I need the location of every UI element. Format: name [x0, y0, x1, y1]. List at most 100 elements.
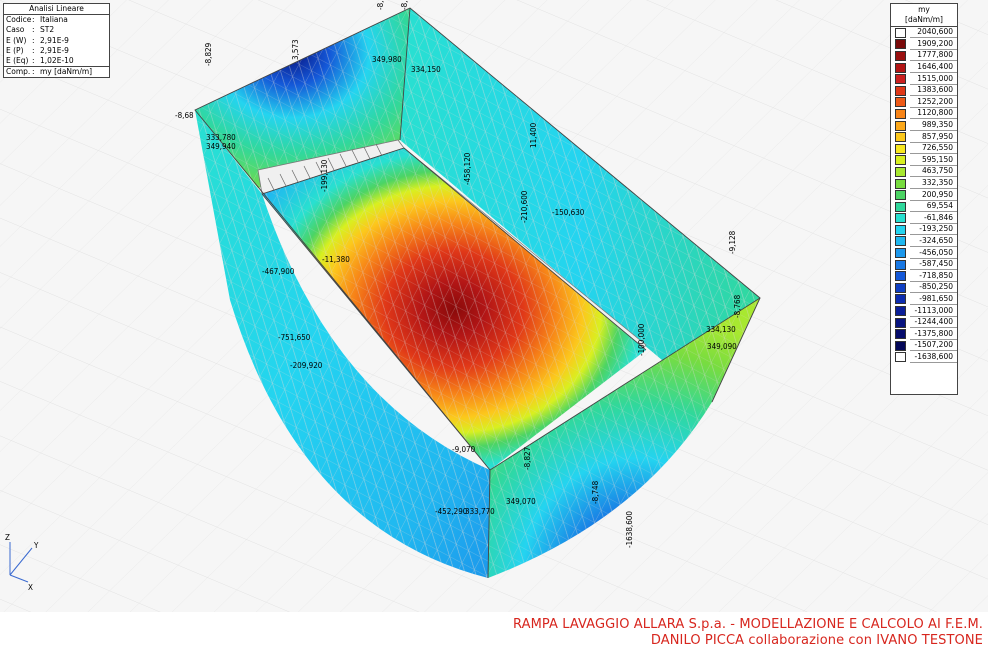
legend-swatch — [895, 201, 906, 212]
legend-row: 989,350 — [891, 120, 957, 132]
color-scale-legend: my [daNm/m] 2040,600 1909,200 1777,800 1646… — [890, 3, 958, 395]
legend-swatch — [895, 120, 906, 131]
legend-row: 332,350 — [891, 178, 957, 190]
legend-swatch — [895, 166, 906, 177]
fem-viewport[interactable]: -8,756 -8,756 -8,829 3,573 349,980 334,150 -8,… — [0, 0, 988, 612]
legend-row: 69,554 — [891, 201, 957, 213]
legend-swatch — [895, 85, 906, 96]
footer-authors: DANILO PICCA collaborazione con IVANO TE… — [650, 633, 983, 648]
legend-swatch — [895, 97, 906, 108]
value-annotation: -9,070 — [452, 445, 476, 454]
legend-value: 1909,200 — [910, 39, 957, 50]
value-annotation: 334,130 — [706, 325, 736, 334]
value-annotation: -8,827 — [523, 447, 532, 470]
legend-row: -587,450 — [891, 259, 957, 271]
footer-title: RAMPA LAVAGGIO ALLARA S.p.a. - MODELLAZI… — [512, 617, 983, 632]
info-row-component: Comp.: my [daNm/m] — [4, 66, 109, 77]
legend-value: -324,650 — [910, 236, 957, 247]
legend-swatch — [895, 294, 906, 305]
legend-swatch — [895, 259, 906, 270]
analysis-title: Analisi Lineare — [4, 4, 109, 16]
axis-y-label: Y — [33, 541, 39, 550]
info-row-ep: E (P):2,91E-9 — [6, 45, 69, 55]
value-annotation: -8,756 — [400, 0, 409, 10]
axis-x-label: X — [28, 583, 33, 592]
value-annotation: 349,090 — [707, 342, 737, 351]
legend-value: -587,450 — [910, 259, 957, 271]
legend-swatch — [895, 329, 906, 340]
legend-row: -1113,000 — [891, 305, 957, 317]
legend-value: -61,846 — [910, 213, 957, 224]
value-annotation: -11,380 — [322, 255, 350, 264]
legend-swatch — [895, 340, 906, 351]
legend-header: my [daNm/m] — [891, 4, 957, 27]
legend-unit: [daNm/m] — [905, 15, 943, 24]
info-row-eeq: E (Eq):1,02E-10 — [6, 56, 74, 66]
value-annotation: -8,768 — [733, 294, 742, 318]
legend-value: -1638,600 — [910, 352, 957, 363]
legend-value: 2040,600 — [910, 27, 957, 39]
value-annotation: -8,68 — [175, 111, 194, 120]
legend-value: -718,850 — [910, 271, 957, 282]
value-annotation: 11,400 — [529, 122, 538, 148]
legend-row: -324,650 — [891, 236, 957, 248]
value-annotation: 334,150 — [411, 65, 441, 74]
legend-row: 1515,000 — [891, 73, 957, 85]
legend-value: 1646,400 — [910, 62, 957, 74]
legend-value: 1515,000 — [910, 74, 957, 85]
legend-swatch — [895, 271, 906, 282]
legend-swatch — [895, 213, 906, 224]
value-annotation: -458,120 — [463, 152, 472, 185]
legend-swatch — [895, 282, 906, 293]
legend-row: 463,750 — [891, 166, 957, 178]
info-row-code: Codice: Italiana — [6, 15, 68, 25]
legend-row: 1646,400 — [891, 62, 957, 74]
legend-row: -193,250 — [891, 224, 957, 236]
value-annotation: -150,630 — [552, 208, 585, 217]
value-annotation: 3,573 — [291, 39, 300, 60]
legend-value: -193,250 — [910, 224, 957, 236]
value-annotation: -8,756 — [376, 0, 385, 10]
legend-value: 69,554 — [910, 201, 957, 213]
legend-title: my — [918, 5, 930, 14]
footer-credits: RAMPA LAVAGGIO ALLARA S.p.a. - MODELLAZI… — [0, 612, 988, 652]
analysis-info-box: Analisi Lineare Codice: Italiana Caso: ST2… — [3, 3, 110, 79]
legend-swatch — [895, 236, 906, 247]
legend-row: -456,050 — [891, 247, 957, 259]
legend-row: 857,950 — [891, 131, 957, 143]
legend-swatch — [895, 317, 906, 328]
legend-value: 595,150 — [910, 155, 957, 166]
legend-row: 595,150 — [891, 155, 957, 167]
legend-swatch — [895, 224, 906, 235]
legend-swatch — [895, 74, 906, 85]
legend-swatch — [895, 190, 906, 201]
value-annotation: -8,748 — [591, 480, 600, 504]
legend-value: -850,250 — [910, 282, 957, 294]
value-annotation: -199,130 — [320, 159, 329, 192]
value-annotation: -210,600 — [520, 190, 529, 223]
legend-row: 1383,600 — [891, 85, 957, 97]
value-annotation: -209,920 — [290, 361, 323, 370]
legend-value: -1507,200 — [910, 340, 957, 352]
value-annotation: 333,780 — [206, 133, 236, 142]
legend-swatch — [895, 155, 906, 166]
legend-row: 1120,800 — [891, 108, 957, 120]
legend-row: -981,650 — [891, 294, 957, 306]
legend-value: -1244,400 — [910, 317, 957, 329]
legend-value: 1777,800 — [910, 50, 957, 62]
legend-value: -981,650 — [910, 294, 957, 305]
info-row-ew: E (W):2,91E-9 — [6, 35, 69, 45]
legend-value: 989,350 — [910, 120, 957, 132]
value-annotation: -751,650 — [278, 333, 311, 342]
legend-row: -1244,400 — [891, 317, 957, 329]
value-annotation: -9,128 — [728, 230, 737, 254]
legend-row: -61,846 — [891, 213, 957, 225]
value-annotation: -1638,600 — [625, 511, 634, 548]
legend-row: -1375,800 — [891, 328, 957, 340]
legend-swatch — [895, 143, 906, 154]
legend-value: 332,350 — [910, 178, 957, 190]
legend-row: -850,250 — [891, 282, 957, 294]
legend-value: 726,550 — [910, 143, 957, 155]
legend-swatch — [895, 39, 906, 50]
legend-row: 1252,200 — [891, 97, 957, 109]
